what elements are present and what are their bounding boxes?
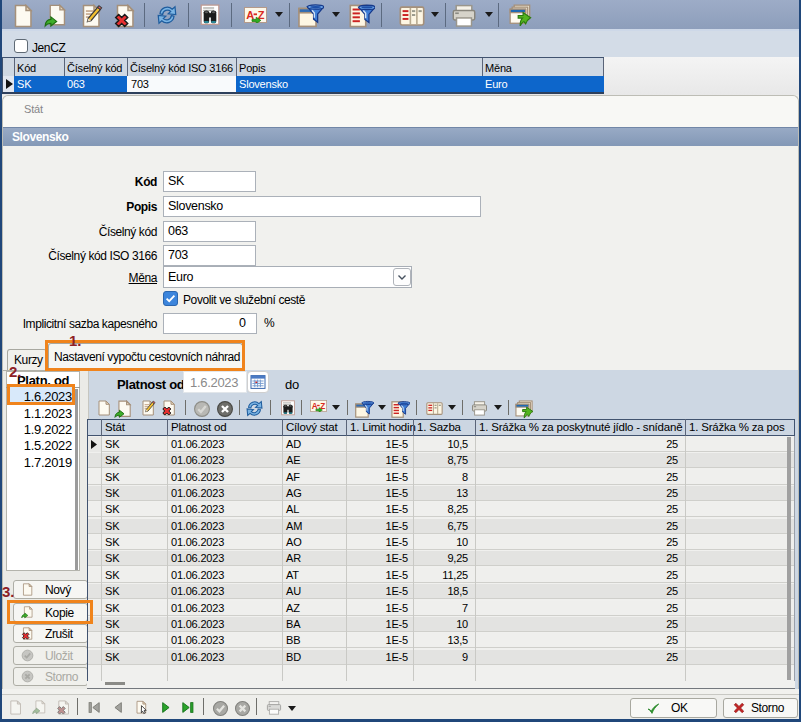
- svg-text:A: A: [246, 9, 254, 21]
